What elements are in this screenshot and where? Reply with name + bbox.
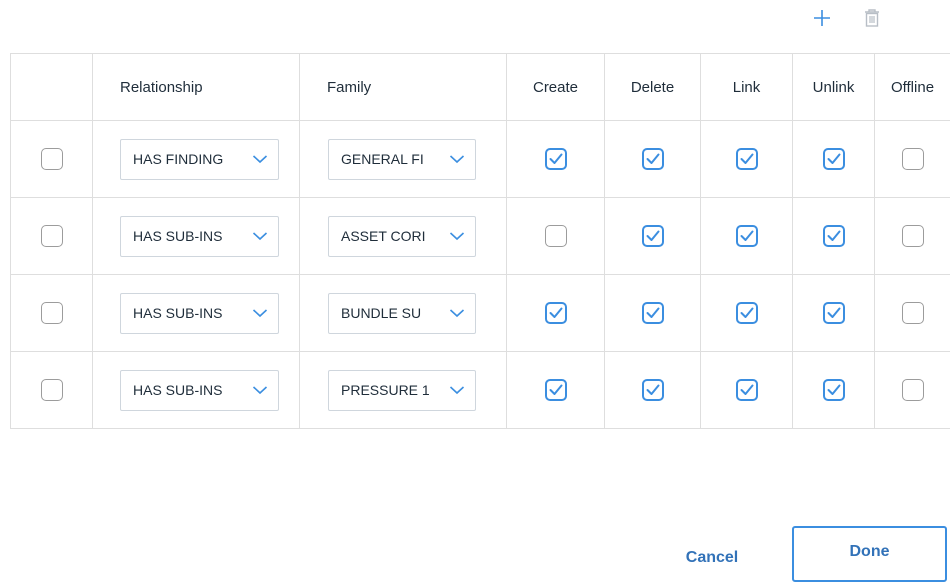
relationship-dropdown[interactable]: HAS SUB-INS [120, 370, 279, 411]
unlink-column-header: Unlink [793, 54, 875, 121]
select-column-header [11, 54, 93, 121]
relationship-value: HAS SUB-INS [133, 305, 246, 321]
link-checkbox[interactable] [736, 302, 758, 324]
offline-column-header: Offline [875, 54, 950, 121]
checkmark-icon [827, 307, 841, 319]
add-row-button[interactable] [810, 6, 834, 30]
relationship-dropdown[interactable]: HAS SUB-INS [120, 293, 279, 334]
create-checkbox[interactable] [545, 379, 567, 401]
family-value: ASSET CORI [341, 228, 443, 244]
done-button[interactable]: Done [792, 526, 947, 582]
unlink-checkbox[interactable] [823, 225, 845, 247]
checkmark-icon [827, 384, 841, 396]
checkmark-icon [549, 153, 563, 165]
chevron-down-icon [449, 308, 465, 318]
chevron-down-icon [449, 154, 465, 164]
table-row: HAS SUB-INS BUNDLE SU [11, 275, 950, 352]
family-column-header: Family [300, 54, 507, 121]
cancel-button[interactable]: Cancel [664, 548, 760, 573]
checkmark-icon [740, 384, 754, 396]
checkmark-icon [646, 384, 660, 396]
relationship-dropdown[interactable]: HAS SUB-INS [120, 216, 279, 257]
row-select-checkbox[interactable] [41, 148, 63, 170]
chevron-down-icon [449, 385, 465, 395]
link-checkbox[interactable] [736, 148, 758, 170]
checkmark-icon [549, 307, 563, 319]
create-checkbox[interactable] [545, 225, 567, 247]
checkmark-icon [827, 230, 841, 242]
relationships-table: Relationship Family Create Delete Link U… [10, 53, 950, 429]
family-dropdown[interactable]: BUNDLE SU [328, 293, 476, 334]
chevron-down-icon [252, 385, 268, 395]
family-value: GENERAL FI [341, 151, 443, 167]
plus-icon [812, 8, 832, 28]
checkmark-icon [549, 384, 563, 396]
offline-checkbox[interactable] [902, 225, 924, 247]
link-checkbox[interactable] [736, 379, 758, 401]
create-checkbox[interactable] [545, 148, 567, 170]
unlink-checkbox[interactable] [823, 379, 845, 401]
family-value: PRESSURE 1 [341, 382, 443, 398]
chevron-down-icon [252, 154, 268, 164]
family-dropdown[interactable]: PRESSURE 1 [328, 370, 476, 411]
relationship-value: HAS FINDING [133, 151, 246, 167]
row-select-checkbox[interactable] [41, 379, 63, 401]
family-dropdown[interactable]: GENERAL FI [328, 139, 476, 180]
relationship-dropdown[interactable]: HAS FINDING [120, 139, 279, 180]
chevron-down-icon [252, 231, 268, 241]
link-column-header: Link [701, 54, 793, 121]
trash-icon [863, 8, 881, 28]
delete-checkbox[interactable] [642, 148, 664, 170]
row-select-checkbox[interactable] [41, 302, 63, 324]
chevron-down-icon [252, 308, 268, 318]
table-header-row: Relationship Family Create Delete Link U… [11, 54, 950, 121]
checkmark-icon [646, 230, 660, 242]
link-checkbox[interactable] [736, 225, 758, 247]
offline-checkbox[interactable] [902, 302, 924, 324]
delete-checkbox[interactable] [642, 225, 664, 247]
checkmark-icon [646, 307, 660, 319]
table-row: HAS SUB-INS ASSET CORI [11, 198, 950, 275]
checkmark-icon [827, 153, 841, 165]
family-value: BUNDLE SU [341, 305, 443, 321]
chevron-down-icon [449, 231, 465, 241]
offline-checkbox[interactable] [902, 148, 924, 170]
delete-checkbox[interactable] [642, 379, 664, 401]
unlink-checkbox[interactable] [823, 148, 845, 170]
checkmark-icon [740, 153, 754, 165]
unlink-checkbox[interactable] [823, 302, 845, 324]
relationship-column-header: Relationship [93, 54, 300, 121]
table-row: HAS FINDING GENERAL FI [11, 121, 950, 198]
offline-checkbox[interactable] [902, 379, 924, 401]
row-select-checkbox[interactable] [41, 225, 63, 247]
create-checkbox[interactable] [545, 302, 567, 324]
delete-column-header: Delete [605, 54, 701, 121]
checkmark-icon [740, 230, 754, 242]
create-column-header: Create [507, 54, 605, 121]
relationship-value: HAS SUB-INS [133, 382, 246, 398]
checkmark-icon [740, 307, 754, 319]
family-dropdown[interactable]: ASSET CORI [328, 216, 476, 257]
checkmark-icon [646, 153, 660, 165]
delete-row-button[interactable] [860, 6, 884, 30]
table-row: HAS SUB-INS PRESSURE 1 [11, 352, 950, 429]
table-toolbar [810, 6, 884, 30]
delete-checkbox[interactable] [642, 302, 664, 324]
relationship-value: HAS SUB-INS [133, 228, 246, 244]
